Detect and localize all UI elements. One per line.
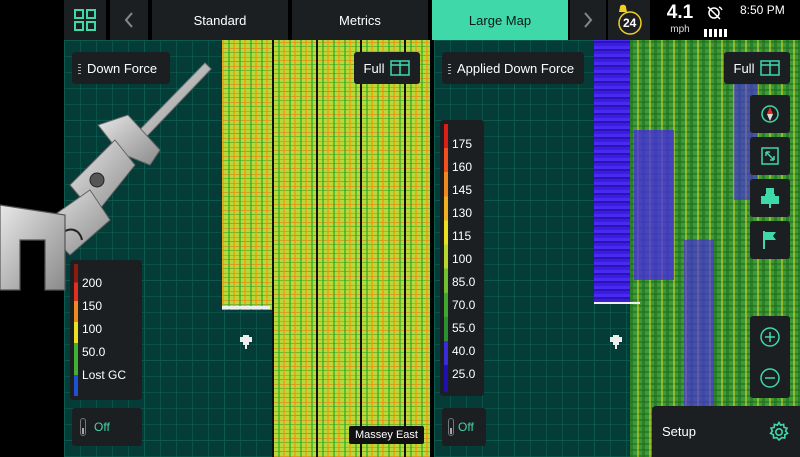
toggle-label: Off — [458, 420, 474, 434]
legend-label: 130 — [452, 206, 473, 220]
field-name-label: Massey East — [349, 426, 424, 444]
map-view-button[interactable]: Full — [724, 52, 790, 84]
pass-line — [272, 40, 274, 457]
field-coverage-area — [222, 40, 272, 310]
zoom-controls — [750, 316, 790, 398]
implement-bar — [594, 302, 640, 304]
legend-label: 55.0 — [452, 321, 476, 335]
toggle-label: Off — [94, 420, 110, 434]
field-coverage-area — [272, 40, 430, 457]
map-layer-label: Applied Down Force — [457, 60, 575, 76]
pass-line — [404, 40, 406, 457]
legend-label: 100 — [82, 322, 103, 336]
gear-icon — [769, 420, 789, 441]
tool-illustration — [0, 62, 212, 291]
speed-readout: 4.1 mph — [660, 2, 700, 35]
legend-label: 145 — [452, 183, 473, 197]
speed-unit: mph — [670, 24, 690, 35]
zoom-in-icon[interactable] — [759, 326, 781, 348]
pass-line — [316, 40, 318, 457]
gps-status[interactable] — [704, 4, 732, 37]
flag-button[interactable] — [750, 221, 790, 259]
implement-bar — [222, 306, 270, 309]
top-bar: Standard Metrics Large Map 24 4.1 mph 8:… — [0, 0, 800, 40]
clock: 8:50 PM — [740, 3, 785, 17]
tab-large-map[interactable]: Large Map — [430, 0, 568, 40]
signal-bars-icon — [704, 29, 727, 37]
map-layer-button[interactable]: Applied Down Force — [442, 52, 584, 84]
map-toggle[interactable]: Off — [442, 408, 486, 446]
alerts-button[interactable]: 24 — [608, 0, 650, 40]
alert-count: 24 — [623, 16, 637, 30]
legend-label: Lost GC — [82, 368, 127, 382]
grid-icon — [74, 9, 96, 31]
legend-label: 50.0 — [82, 345, 106, 359]
split-view-icon — [390, 60, 411, 76]
map-legend: 175 160 145 130 115 100 85.0 70.0 55.0 4… — [440, 120, 484, 396]
next-page-button[interactable] — [570, 0, 606, 40]
tab-metrics[interactable]: Metrics — [290, 0, 428, 40]
legend-label: 115 — [452, 229, 472, 243]
compass-button[interactable] — [750, 95, 790, 133]
legend-label: 100 — [452, 252, 473, 266]
pass-line — [360, 40, 362, 457]
flag-icon — [763, 231, 776, 249]
satellite-icon — [707, 6, 723, 20]
toggle-switch-icon — [80, 418, 86, 436]
fit-view-button[interactable] — [750, 137, 790, 175]
map-toggle[interactable]: Off — [72, 408, 142, 446]
map-view-label: Full — [363, 60, 385, 76]
fit-view-icon — [761, 147, 779, 165]
tractor-position-icon — [240, 335, 252, 349]
tractor-icon — [761, 188, 779, 208]
tractor-position-icon — [610, 335, 622, 349]
map-view-button[interactable]: Full — [354, 52, 420, 84]
setup-label: Setup — [662, 424, 696, 439]
speed-value: 4.1 — [666, 2, 694, 23]
applied-down-force-map[interactable]: Applied Down Force Full 175 160 145 130 … — [434, 40, 800, 457]
legend-label: 175 — [452, 137, 473, 151]
legend-label: 70.0 — [452, 298, 476, 312]
split-view-icon — [760, 60, 781, 76]
chevron-left-icon — [124, 12, 133, 28]
previous-page-button[interactable] — [110, 0, 148, 40]
legend-label: 40.0 — [452, 344, 476, 358]
map-view-label: Full — [733, 60, 755, 76]
legend-label: 160 — [452, 160, 473, 174]
field-coverage-area — [634, 130, 674, 280]
menu-grip-icon — [448, 62, 451, 74]
setup-button[interactable]: Setup — [652, 406, 800, 457]
legend-label: 25.0 — [452, 367, 476, 381]
chevron-right-icon — [584, 12, 593, 28]
tractor-view-button[interactable] — [750, 179, 790, 217]
zoom-out-icon[interactable] — [759, 367, 781, 389]
legend-label: 85.0 — [452, 275, 476, 289]
legend-color-bar — [444, 124, 448, 392]
tab-standard[interactable]: Standard — [150, 0, 288, 40]
app-grid-button[interactable] — [64, 0, 106, 40]
toggle-switch-icon — [448, 418, 454, 436]
compass-icon — [761, 105, 779, 123]
